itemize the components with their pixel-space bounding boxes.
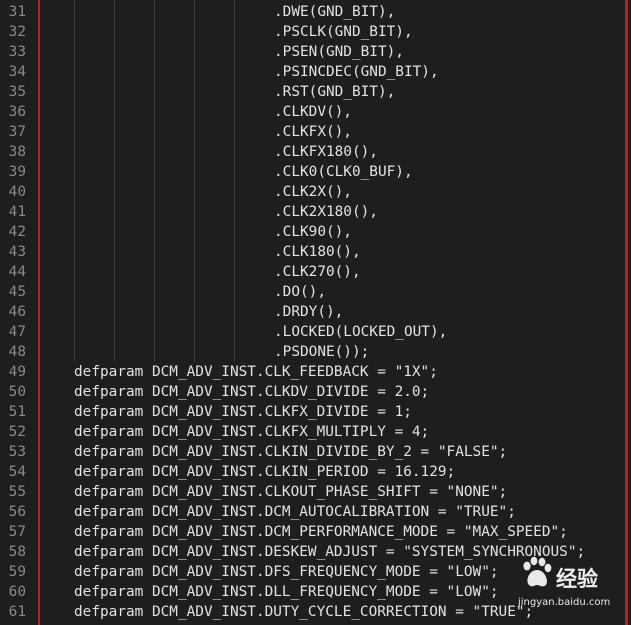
code-line[interactable]: 41 .CLK2X180(), xyxy=(0,202,625,222)
line-number: 34 xyxy=(8,64,26,80)
line-text[interactable]: .LOCKED(LOCKED_OUT), xyxy=(274,322,447,342)
line-number: 33 xyxy=(8,44,26,60)
line-number: 47 xyxy=(8,324,26,340)
line-text[interactable]: .PSINCDEC(GND_BIT), xyxy=(274,62,439,82)
code-line[interactable]: 32 .PSCLK(GND_BIT), xyxy=(0,22,625,42)
code-line[interactable]: 53 defparam DCM_ADV_INST.CLKIN_DIVIDE_BY_… xyxy=(0,442,625,462)
line-text[interactable]: .CLKFX(), xyxy=(274,122,352,142)
code-line[interactable]: 44 .CLK270(), xyxy=(0,262,625,282)
watermark: 经验 jingyan.baidu.com xyxy=(518,555,618,621)
line-number: 61 xyxy=(8,604,26,620)
line-text[interactable]: .CLKDV(), xyxy=(274,102,352,122)
code-line[interactable]: 50 defparam DCM_ADV_INST.CLKDV_DIVIDE = 2… xyxy=(0,382,625,402)
code-line[interactable]: 40 .CLK2X(), xyxy=(0,182,625,202)
line-text[interactable]: .PSCLK(GND_BIT), xyxy=(274,22,413,42)
line-number: 51 xyxy=(8,404,26,420)
line-text[interactable]: .RST(GND_BIT), xyxy=(274,82,395,102)
line-text[interactable]: defparam DCM_ADV_INST.CLKDV_DIVIDE = 2.0… xyxy=(74,382,429,402)
line-number: 38 xyxy=(8,144,26,160)
code-line[interactable]: 57 defparam DCM_ADV_INST.DCM_PERFORMANCE_… xyxy=(0,522,625,542)
line-number: 50 xyxy=(8,384,26,400)
line-text[interactable]: .DRDY(), xyxy=(274,302,343,322)
code-line[interactable]: 56 defparam DCM_ADV_INST.DCM_AUTOCALIBRAT… xyxy=(0,502,625,522)
line-number: 41 xyxy=(8,204,26,220)
code-line[interactable]: 47 .LOCKED(LOCKED_OUT), xyxy=(0,322,625,342)
code-line[interactable]: 46 .DRDY(), xyxy=(0,302,625,322)
line-text[interactable]: .CLK270(), xyxy=(274,262,361,282)
line-number: 31 xyxy=(8,4,26,20)
line-number: 32 xyxy=(8,24,26,40)
line-number: 48 xyxy=(8,344,26,360)
code-line[interactable]: 48 .PSDONE()); xyxy=(0,342,625,362)
code-line[interactable]: 51 defparam DCM_ADV_INST.CLKFX_DIVIDE = 1… xyxy=(0,402,625,422)
line-text[interactable]: defparam DCM_ADV_INST.DCM_PERFORMANCE_MO… xyxy=(74,522,568,542)
line-text[interactable]: .PSEN(GND_BIT), xyxy=(274,42,404,62)
line-text[interactable]: defparam DCM_ADV_INST.CLK_FEEDBACK = "1X… xyxy=(74,362,438,382)
code-line[interactable]: 35 .RST(GND_BIT), xyxy=(0,82,625,102)
line-number: 40 xyxy=(8,184,26,200)
line-number: 42 xyxy=(8,224,26,240)
line-text[interactable]: .DWE(GND_BIT), xyxy=(274,2,395,22)
code-line[interactable]: 31 .DWE(GND_BIT), xyxy=(0,2,625,22)
line-number: 52 xyxy=(8,424,26,440)
line-text[interactable]: .DO(), xyxy=(274,282,326,302)
code-line[interactable]: 37 .CLKFX(), xyxy=(0,122,625,142)
line-number: 54 xyxy=(8,464,26,480)
line-text[interactable]: defparam DCM_ADV_INST.DLL_FREQUENCY_MODE… xyxy=(74,582,499,602)
code-editor[interactable]: 31 .DWE(GND_BIT), 32 .PSCLK(GND_BIT), 33 .P… xyxy=(0,0,631,625)
code-line[interactable]: 33 .PSEN(GND_BIT), xyxy=(0,42,625,62)
line-number: 57 xyxy=(8,524,26,540)
code-line[interactable]: 43 .CLK180(), xyxy=(0,242,625,262)
line-text[interactable]: defparam DCM_ADV_INST.CLKIN_DIVIDE_BY_2 … xyxy=(74,442,507,462)
code-line[interactable]: 42 .CLK90(), xyxy=(0,222,625,242)
line-text[interactable]: defparam DCM_ADV_INST.CLKOUT_PHASE_SHIFT… xyxy=(74,482,507,502)
line-text[interactable]: defparam DCM_ADV_INST.DUTY_CYCLE_CORRECT… xyxy=(74,602,533,622)
code-line[interactable]: 34 .PSINCDEC(GND_BIT), xyxy=(0,62,625,82)
line-text[interactable]: .CLK0(CLK0_BUF), xyxy=(274,162,413,182)
watermark-url: jingyan.baidu.com xyxy=(518,597,611,608)
code-line[interactable]: 49 defparam DCM_ADV_INST.CLK_FEEDBACK = "… xyxy=(0,362,625,382)
code-lines[interactable]: 31 .DWE(GND_BIT), 32 .PSCLK(GND_BIT), 33 .P… xyxy=(0,2,625,622)
line-number: 58 xyxy=(8,544,26,560)
line-text[interactable]: .CLKFX180(), xyxy=(274,142,378,162)
line-number: 53 xyxy=(8,444,26,460)
code-line[interactable]: 45 .DO(), xyxy=(0,282,625,302)
code-line[interactable]: 39 .CLK0(CLK0_BUF), xyxy=(0,162,625,182)
line-text[interactable]: .CLK2X(), xyxy=(274,182,352,202)
highlight-frame-left xyxy=(38,0,40,625)
line-text[interactable]: .CLK90(), xyxy=(274,222,352,242)
highlight-frame-right xyxy=(625,0,628,625)
line-number: 45 xyxy=(8,284,26,300)
baidu-paw-icon xyxy=(523,556,552,587)
line-number: 46 xyxy=(8,304,26,320)
line-text[interactable]: defparam DCM_ADV_INST.CLKIN_PERIOD = 16.… xyxy=(74,462,455,482)
line-number: 35 xyxy=(8,84,26,100)
code-line[interactable]: 36 .CLKDV(), xyxy=(0,102,625,122)
watermark-brand: 经验 xyxy=(556,567,598,591)
line-number: 37 xyxy=(8,124,26,140)
line-text[interactable]: .CLK2X180(), xyxy=(274,202,378,222)
line-text[interactable]: defparam DCM_ADV_INST.CLKFX_DIVIDE = 1; xyxy=(74,402,412,422)
line-number: 49 xyxy=(8,364,26,380)
code-line[interactable]: 38 .CLKFX180(), xyxy=(0,142,625,162)
line-text[interactable]: defparam DCM_ADV_INST.DCM_AUTOCALIBRATIO… xyxy=(74,502,516,522)
line-number: 59 xyxy=(8,564,26,580)
line-text[interactable]: defparam DCM_ADV_INST.CLKFX_MULTIPLY = 4… xyxy=(74,422,429,442)
line-number: 36 xyxy=(8,104,26,120)
code-line[interactable]: 55 defparam DCM_ADV_INST.CLKOUT_PHASE_SHI… xyxy=(0,482,625,502)
line-number: 44 xyxy=(8,264,26,280)
line-number: 43 xyxy=(8,244,26,260)
code-line[interactable]: 52 defparam DCM_ADV_INST.CLKFX_MULTIPLY =… xyxy=(0,422,625,442)
line-number: 56 xyxy=(8,504,26,520)
line-text[interactable]: defparam DCM_ADV_INST.DFS_FREQUENCY_MODE… xyxy=(74,562,499,582)
line-text[interactable]: .CLK180(), xyxy=(274,242,361,262)
code-line[interactable]: 54 defparam DCM_ADV_INST.CLKIN_PERIOD = 1… xyxy=(0,462,625,482)
line-number: 39 xyxy=(8,164,26,180)
line-text[interactable]: .PSDONE()); xyxy=(274,342,369,362)
line-number: 55 xyxy=(8,484,26,500)
line-text[interactable]: defparam DCM_ADV_INST.DESKEW_ADJUST = "S… xyxy=(74,542,585,562)
line-number: 60 xyxy=(8,584,26,600)
